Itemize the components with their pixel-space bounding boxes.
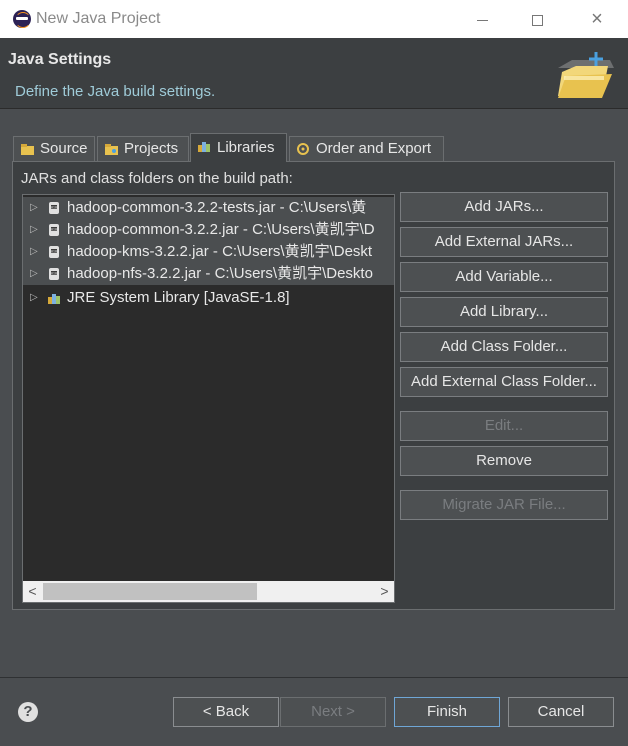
tree-item[interactable]: ▷ 010 hadoop-nfs-3.2.2.jar - C:\Users\黄凯… (23, 263, 394, 285)
add-external-class-folder-button[interactable]: Add External Class Folder... (400, 367, 608, 397)
edit-button[interactable]: Edit... (400, 411, 608, 441)
tree-item-label: hadoop-kms-3.2.2.jar - C:\Users\黄凯宇\Desk… (67, 243, 373, 260)
maximize-icon (531, 14, 543, 26)
scroll-right-icon[interactable]: > (375, 581, 394, 602)
page-title: Java Settings (8, 51, 112, 68)
add-class-folder-button[interactable]: Add Class Folder... (400, 332, 608, 362)
tree-item-label: JRE System Library [JavaSE-1.8] (67, 289, 290, 306)
scroll-left-icon[interactable]: < (23, 581, 42, 602)
jar-icon: 010 (49, 224, 59, 236)
tab-order-and-export[interactable]: Order and Export (289, 136, 444, 162)
next-button[interactable]: Next > (280, 697, 386, 727)
tab-source[interactable]: Source (13, 136, 95, 162)
libraries-icon (198, 142, 210, 152)
library-icon (48, 294, 60, 304)
wizard-header: Java Settings Define the Java build sett… (0, 38, 628, 108)
minimize-button[interactable] (459, 6, 505, 32)
cancel-button[interactable]: Cancel (508, 697, 614, 727)
jar-icon: 010 (49, 202, 59, 214)
migrate-jar-button[interactable]: Migrate JAR File... (400, 490, 608, 520)
tab-libraries-label: Libraries (217, 139, 275, 156)
tree-item[interactable]: ▷ 010 hadoop-common-3.2.2.jar - C:\Users… (23, 219, 394, 241)
projects-icon (105, 144, 118, 155)
tab-order-and-export-label: Order and Export (316, 140, 432, 157)
window-title: New Java Project (36, 10, 161, 27)
tree-item[interactable]: ▷ 010 hadoop-common-3.2.2-tests.jar - C:… (23, 197, 394, 219)
help-icon[interactable]: ? (18, 702, 38, 722)
tree-item-label: hadoop-nfs-3.2.2.jar - C:\Users\黄凯宇\Desk… (67, 265, 373, 282)
svg-text:010: 010 (51, 206, 57, 210)
page-description: Define the Java build settings. (15, 83, 216, 100)
order-export-icon (297, 143, 309, 155)
maximize-button[interactable] (514, 6, 560, 32)
libraries-panel: JARs and class folders on the build path… (12, 161, 615, 610)
add-library-button[interactable]: Add Library... (400, 297, 608, 327)
svg-text:010: 010 (51, 228, 57, 232)
jar-icon: 010 (49, 246, 59, 258)
expand-arrow-icon[interactable]: ▷ (30, 197, 38, 219)
build-path-label: JARs and class folders on the build path… (21, 170, 293, 187)
footer-divider (0, 677, 628, 678)
tree-item[interactable]: ▷ JRE System Library [JavaSE-1.8] (23, 287, 394, 309)
expand-arrow-icon[interactable]: ▷ (30, 287, 38, 309)
close-button[interactable]: × (574, 6, 620, 32)
add-jars-button[interactable]: Add JARs... (400, 192, 608, 222)
title-bar: New Java Project × (0, 0, 628, 38)
svg-text:010: 010 (51, 250, 57, 254)
expand-arrow-icon[interactable]: ▷ (30, 241, 38, 263)
new-project-wizard-icon (552, 46, 622, 104)
tree-item[interactable]: ▷ 010 hadoop-kms-3.2.2.jar - C:\Users\黄凯… (23, 241, 394, 263)
header-divider (0, 108, 628, 109)
scrollbar-thumb[interactable] (43, 583, 257, 600)
build-path-tree[interactable]: ▷ 010 hadoop-common-3.2.2-tests.jar - C:… (22, 194, 395, 603)
finish-button[interactable]: Finish (394, 697, 500, 727)
back-button[interactable]: < Back (173, 697, 279, 727)
tab-libraries[interactable]: Libraries (190, 133, 287, 162)
tree-item-label: hadoop-common-3.2.2.jar - C:\Users\黄凯宇\D (67, 221, 375, 238)
expand-arrow-icon[interactable]: ▷ (30, 219, 38, 241)
eclipse-icon (13, 10, 31, 28)
tab-projects-label: Projects (124, 140, 179, 157)
tab-projects[interactable]: Projects (97, 136, 189, 162)
tree-item-label: hadoop-common-3.2.2-tests.jar - C:\Users… (67, 199, 367, 216)
remove-button[interactable]: Remove (400, 446, 608, 476)
expand-arrow-icon[interactable]: ▷ (30, 263, 38, 285)
horizontal-scrollbar[interactable]: < > (23, 581, 394, 602)
svg-text:010: 010 (51, 272, 57, 276)
add-variable-button[interactable]: Add Variable... (400, 262, 608, 292)
tab-source-label: Source (40, 140, 88, 157)
source-icon (21, 144, 34, 155)
add-external-jars-button[interactable]: Add External JARs... (400, 227, 608, 257)
minimize-icon (476, 19, 488, 21)
jar-icon: 010 (49, 268, 59, 280)
